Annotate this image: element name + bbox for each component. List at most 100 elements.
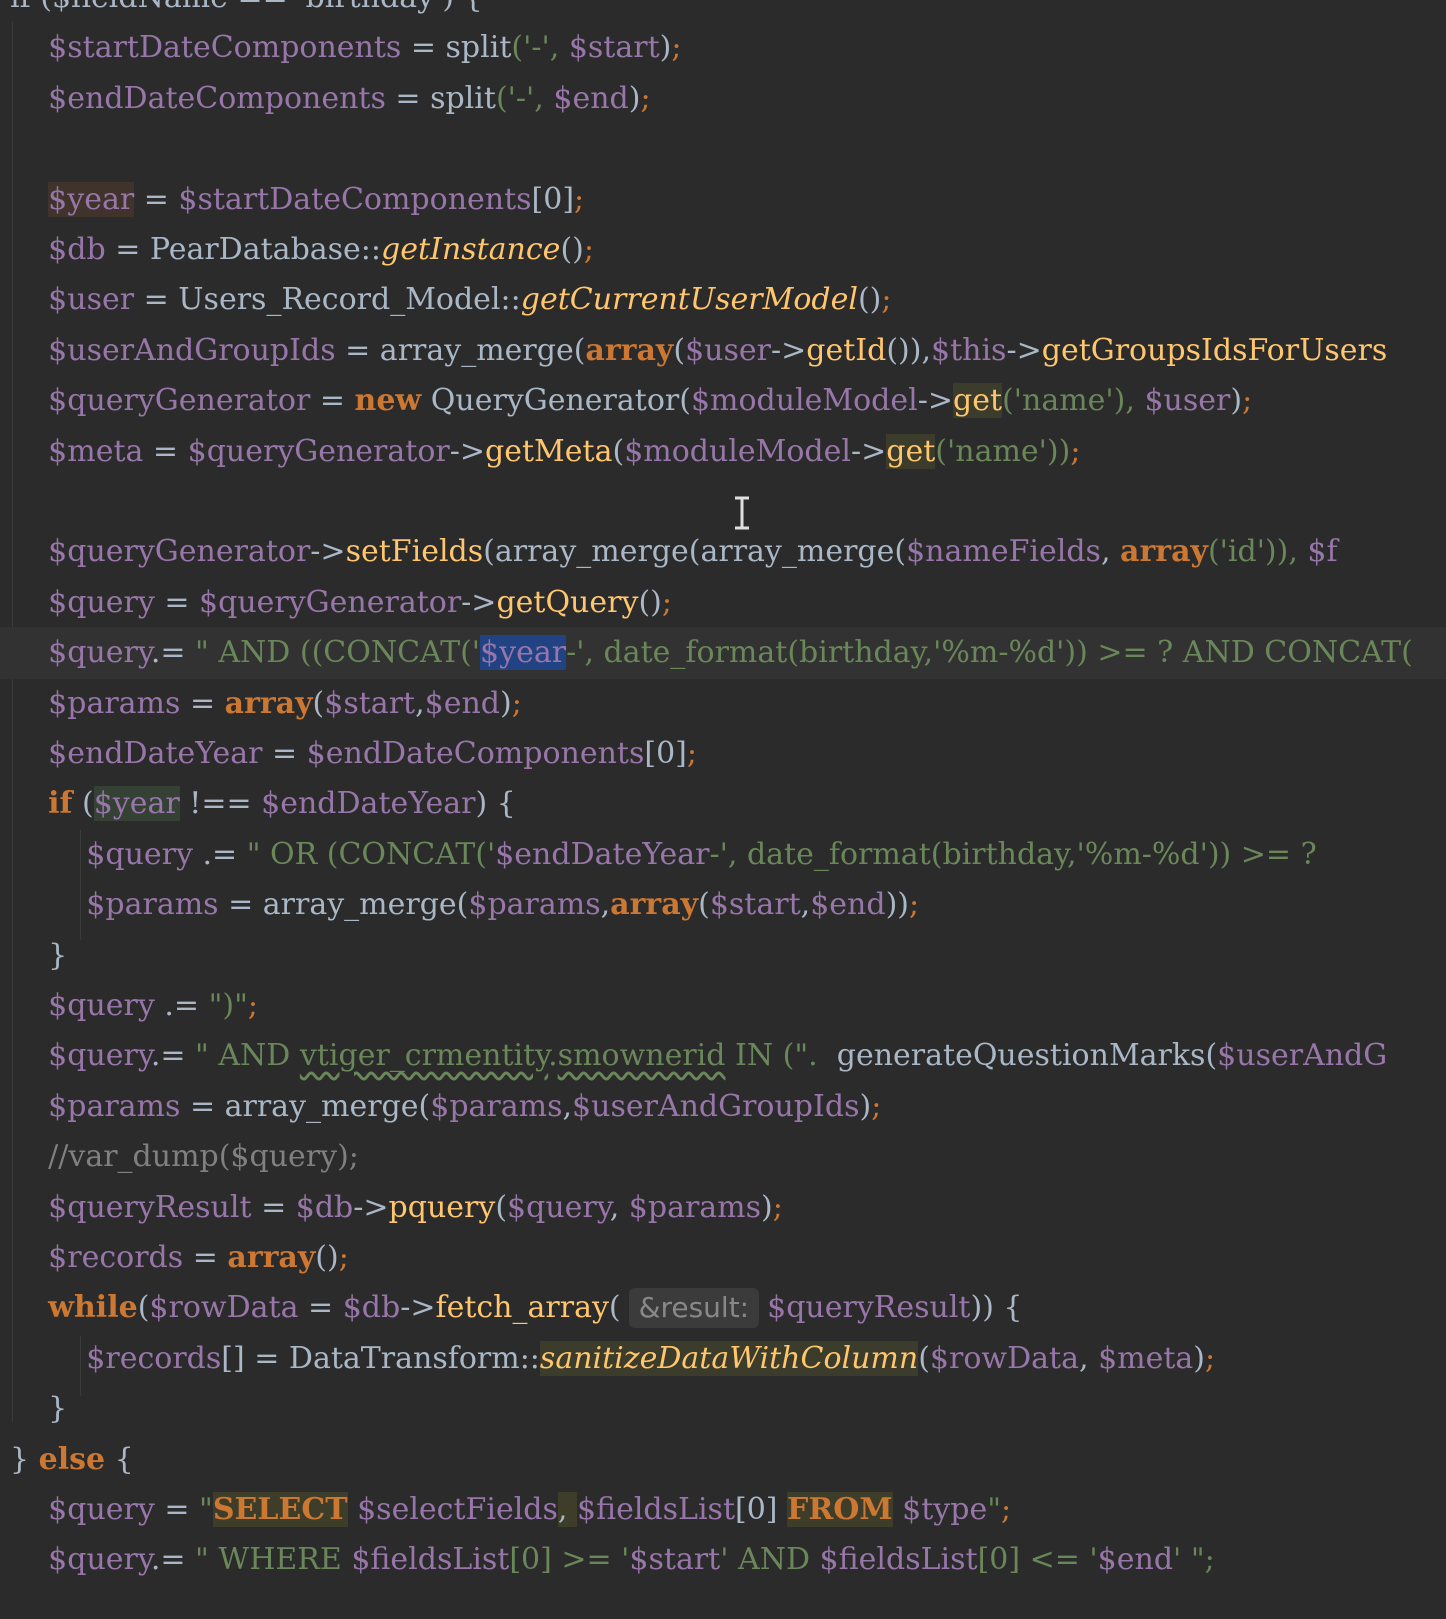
code-token: $start — [568, 30, 660, 66]
code-line[interactable]: while($rowData = $db->fetch_array(&resul… — [0, 1282, 1446, 1334]
code-token: ; — [661, 584, 672, 620]
code-token: " — [987, 1492, 1002, 1527]
code-token: $startDateComponents — [178, 181, 532, 217]
code-token: ; — [338, 1240, 349, 1275]
code-line[interactable]: $endDateComponents = split('-', $end); — [0, 73, 1446, 125]
code-token: $f — [1307, 534, 1338, 570]
code-token: ( — [608, 1290, 621, 1326]
code-line[interactable]: $userAndGroupIds = array_merge(array($us… — [0, 325, 1446, 377]
code-token: $db — [295, 1189, 354, 1225]
code-line[interactable]: } else { — [0, 1434, 1446, 1486]
code-line[interactable]: $queryGenerator->setFields(array_merge(a… — [0, 526, 1446, 578]
code-line[interactable]: $records = array(); — [0, 1232, 1446, 1284]
code-line[interactable] — [0, 123, 1446, 175]
code-token: array — [227, 1240, 316, 1275]
code-token: -> — [310, 534, 346, 570]
code-token: ('-', — [495, 80, 554, 116]
code-token: $params — [48, 1088, 181, 1124]
code-token: getCurrentUserModel — [520, 282, 858, 318]
code-token: sanitizeDataWithColumn — [539, 1340, 919, 1376]
code-token: ) — [659, 30, 672, 66]
code-token: $type — [902, 1492, 988, 1527]
code-token: $start — [629, 1542, 721, 1578]
code-line[interactable]: if ($fieldName == 'birthday') { — [0, 0, 1446, 24]
code-token: $endDateYear — [48, 736, 263, 771]
code-token: [0] — [644, 736, 687, 771]
code-line[interactable]: $query.= " AND ((CONCAT('$year-', date_f… — [0, 627, 1446, 680]
code-token: $endDateYear — [495, 836, 710, 872]
code-token: $selectFields — [357, 1492, 558, 1527]
code-line[interactable]: //var_dump($query); — [0, 1131, 1446, 1183]
code-line[interactable]: $query = "SELECT $selectFields, $fieldsL… — [0, 1484, 1446, 1536]
code-line[interactable]: $query = $queryGenerator->getQuery(); — [0, 577, 1446, 629]
code-line[interactable]: $queryResult = $db->pquery($query, $para… — [0, 1182, 1446, 1234]
code-token: pquery — [388, 1189, 496, 1225]
code-line[interactable]: $query .= " OR (CONCAT('$endDateYear-', … — [0, 829, 1446, 881]
code-token: " WHERE — [195, 1542, 352, 1578]
code-line[interactable]: if ($year !== $endDateYear) { — [0, 778, 1446, 830]
code-line[interactable]: } — [0, 1383, 1446, 1435]
code-line[interactable]: $user = Users_Record_Model::getCurrentUs… — [0, 274, 1446, 326]
code-token: $params — [628, 1189, 762, 1225]
code-token: ( — [137, 1290, 150, 1326]
code-token: $user — [48, 282, 135, 318]
code-token: $query — [48, 584, 155, 620]
code-line[interactable]: } — [0, 930, 1446, 982]
code-token: .= — [150, 1038, 196, 1074]
code-token: -> — [770, 332, 807, 368]
code-line[interactable]: $query.= " AND vtiger_crmentity.smowneri… — [0, 1030, 1446, 1082]
code-token: ; — [583, 232, 594, 267]
code-token: SELECT — [212, 1492, 348, 1527]
code-token: = — [154, 584, 200, 620]
code-line[interactable]: $db = PearDatabase::getInstance(); — [0, 224, 1446, 276]
code-token: . — [548, 1038, 558, 1074]
code-token: else — [38, 1441, 106, 1477]
code-token: ; — [511, 685, 522, 721]
code-line[interactable]: $query .= ")"; — [0, 980, 1446, 1032]
code-line[interactable]: $params = array_merge($params,array($sta… — [0, 879, 1446, 931]
code-token: $queryGenerator — [199, 584, 462, 620]
code-line[interactable]: $queryGenerator = new QueryGenerator($mo… — [0, 375, 1446, 427]
code-token: = PearDatabase:: — [105, 232, 382, 267]
code-token: //var_dump($query); — [48, 1139, 359, 1175]
code-line[interactable]: $meta = $queryGenerator->getMeta($module… — [0, 426, 1446, 478]
code-token: } — [10, 1441, 39, 1477]
code-line[interactable]: $params = array_merge($params,$userAndGr… — [0, 1081, 1446, 1133]
code-line[interactable]: $params = array($start,$end); — [0, 678, 1446, 730]
code-token: -', date_format(birthday,'%m-%d')) >= ? … — [566, 635, 1413, 671]
code-token: { — [105, 1441, 134, 1477]
code-token: ) — [500, 685, 512, 721]
code-line[interactable]: $endDateYear = $endDateComponents[0]; — [0, 728, 1446, 780]
code-token: )) — [885, 887, 909, 923]
code-line[interactable] — [0, 476, 1446, 528]
code-editor[interactable]: if ($fieldName == 'birthday') { $startDa… — [0, 0, 1446, 1619]
code-token: $this — [930, 332, 1007, 368]
code-token: ('name'), — [1002, 383, 1145, 419]
code-token: " AND ((CONCAT(' — [195, 635, 481, 671]
code-line[interactable]: $startDateComponents = split('-', $start… — [0, 22, 1446, 74]
code-token: $year — [93, 786, 180, 822]
code-line[interactable]: $records[] = DataTransform::sanitizeData… — [0, 1333, 1446, 1385]
code-token: $endDateYear — [261, 786, 476, 822]
code-token: ; — [881, 282, 892, 318]
code-token: -> — [917, 383, 954, 419]
text-cursor-icon — [735, 496, 749, 530]
code-line[interactable]: $year = $startDateComponents[0]; — [0, 174, 1446, 226]
code-token: $fieldsList — [351, 1542, 510, 1578]
code-token: (array_merge(array_merge( — [483, 534, 907, 570]
code-token: ( — [612, 433, 625, 469]
code-token: -> — [1006, 332, 1042, 368]
code-line[interactable]: $query.= " WHERE $fieldsList[0] >= '$sta… — [0, 1534, 1446, 1586]
code-token: $userAndGroupIds — [48, 332, 336, 368]
